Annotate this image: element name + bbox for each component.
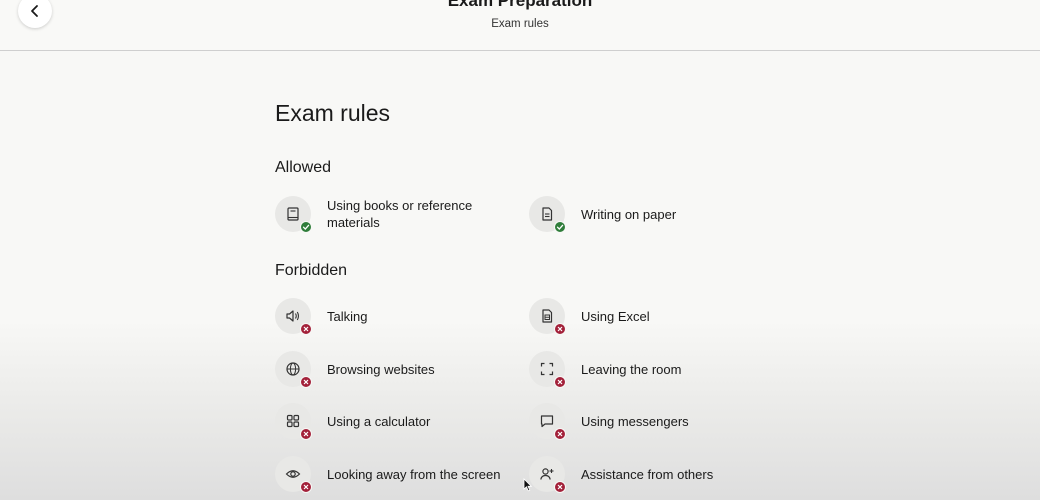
chat-icon xyxy=(540,415,554,428)
header-title: Exam Preparation xyxy=(447,0,593,10)
document-icon xyxy=(542,207,553,221)
grid-icon xyxy=(286,414,300,428)
rule-item-calculator: Using a calculator xyxy=(275,403,515,440)
rule-label: Browsing websites xyxy=(327,361,435,377)
speaker-icon xyxy=(286,310,299,322)
rule-item-messengers: Using messengers xyxy=(529,403,769,440)
forbidden-x-icon xyxy=(300,481,312,493)
rule-label: Using books or reference materials xyxy=(327,198,473,230)
rule-label: Assistance from others xyxy=(581,466,714,482)
forbidden-x-icon xyxy=(554,323,566,335)
spreadsheet-icon xyxy=(542,309,553,323)
forbidden-heading: Forbidden xyxy=(275,262,348,279)
rule-item-websites: Browsing websites xyxy=(275,351,515,388)
rule-label: Using messengers xyxy=(581,413,689,429)
forbidden-x-icon xyxy=(300,376,312,388)
forbidden-x-icon xyxy=(300,428,312,440)
mouse-cursor-icon xyxy=(523,478,533,492)
allowed-check-icon xyxy=(300,221,312,233)
page-title: Exam rules xyxy=(275,100,391,126)
rule-label: Looking away from the screen xyxy=(327,466,501,482)
add-person-icon xyxy=(540,468,554,480)
top-bar: Exam Preparation Exam rules xyxy=(0,0,1040,51)
allowed-check-icon xyxy=(554,221,566,233)
globe-icon xyxy=(286,362,300,376)
rule-label: Using a calculator xyxy=(327,413,431,429)
forbidden-x-icon xyxy=(300,323,312,335)
eye-icon xyxy=(285,470,301,478)
rule-item-talking: Talking xyxy=(275,298,515,335)
rule-label: Leaving the room xyxy=(581,361,682,377)
forbidden-x-icon xyxy=(554,428,566,440)
rule-item-paper: Writing on paper xyxy=(529,196,769,233)
rule-label: Using Excel xyxy=(581,308,650,324)
rule-item-books: Using books or reference materials xyxy=(275,196,515,233)
fullscreen-icon xyxy=(540,362,554,376)
rule-item-leaving-room: Leaving the room xyxy=(529,351,769,388)
rule-item-assistance: Assistance from others xyxy=(529,456,769,493)
rule-label: Writing on paper xyxy=(581,206,677,222)
forbidden-x-icon xyxy=(554,481,566,493)
rule-item-excel: Using Excel xyxy=(529,298,769,335)
header-subtitle: Exam rules xyxy=(491,18,549,30)
allowed-heading: Allowed xyxy=(275,159,332,176)
forbidden-x-icon xyxy=(554,376,566,388)
rule-label: Talking xyxy=(327,308,368,324)
rule-item-looking-away: Looking away from the screen xyxy=(275,456,515,493)
book-icon xyxy=(287,207,299,221)
